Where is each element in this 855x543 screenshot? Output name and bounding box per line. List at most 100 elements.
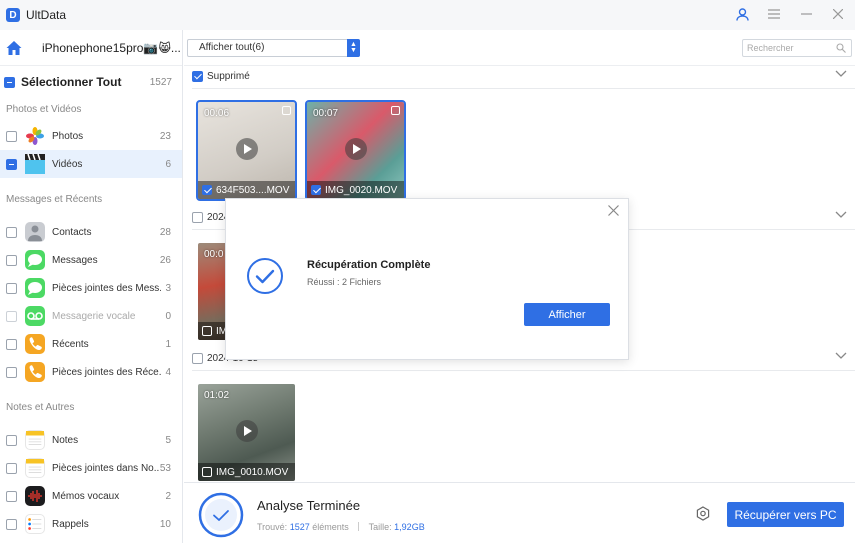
size-value: 1,92GB <box>394 522 425 532</box>
play-icon[interactable] <box>236 138 258 160</box>
account-icon[interactable] <box>735 6 749 22</box>
sidebar-item-notes-attachments[interactable]: Pièces jointes dans No... 53 <box>0 454 182 482</box>
contacts-checkbox[interactable] <box>6 226 17 238</box>
search-icon[interactable] <box>836 43 846 53</box>
sidebar-item-messages[interactable]: Messages 26 <box>0 246 182 274</box>
sidebar-item-label: Pièces jointes des Mess... <box>52 282 161 294</box>
device-name: iPhonephone15pro📷😸... <box>42 40 181 55</box>
show-button[interactable]: Afficher <box>524 303 610 326</box>
sidebar-item-count: 53 <box>159 462 171 474</box>
recover-to-pc-button[interactable]: Récupérer vers PC <box>727 502 844 527</box>
video-filename: 634F503....MOV <box>216 184 290 196</box>
select-all-row[interactable]: Sélectionner Tout 1527 <box>0 66 182 98</box>
voicemail-icon <box>25 306 45 326</box>
sidebar-item-count: 5 <box>165 434 171 446</box>
sidebar-item-recents[interactable]: Récents 1 <box>0 330 182 358</box>
video-filename: IMG_0020.MOV <box>325 184 398 196</box>
group-checkbox[interactable] <box>192 211 203 223</box>
app-title: UltData <box>26 8 67 22</box>
filter-dropdown[interactable]: Afficher tout(6) ▲ ▼ <box>187 38 360 57</box>
device-row: iPhonephone15pro📷😸... <box>0 30 182 66</box>
group-checkbox[interactable] <box>192 352 203 364</box>
thumb-checkbox[interactable] <box>202 185 212 195</box>
play-icon[interactable] <box>345 138 367 160</box>
sidebar-item-count: 6 <box>165 158 171 170</box>
recovery-complete-dialog: Récupération Complète Réussi : 2 Fichier… <box>225 198 629 360</box>
chevron-down-icon[interactable] <box>835 70 847 78</box>
scan-complete-icon <box>198 492 244 538</box>
sidebar-item-reminders[interactable]: Rappels 10 <box>0 510 182 538</box>
sidebar: iPhonephone15pro📷😸... Sélectionner Tout … <box>0 30 183 543</box>
bottom-bar: Analyse Terminée Trouvé: 1527 éléments T… <box>184 482 855 543</box>
found-label: Trouvé: <box>257 522 288 532</box>
dropdown-arrows-icon[interactable]: ▲ ▼ <box>347 38 360 57</box>
search-input[interactable]: Rechercher <box>742 39 852 57</box>
video-duration: 00:06 <box>204 108 230 119</box>
video-duration: 00:0 <box>204 249 224 260</box>
photos-checkbox[interactable] <box>6 130 17 142</box>
message-attachments-checkbox[interactable] <box>6 282 17 294</box>
sidebar-item-label: Rappels <box>52 518 89 530</box>
sidebar-item-count: 26 <box>159 254 171 266</box>
close-window-icon[interactable] <box>831 6 845 22</box>
notes-attachments-checkbox[interactable] <box>6 462 17 474</box>
settings-icon[interactable] <box>695 506 711 522</box>
sidebar-item-label: Pièces jointes des Réce... <box>52 366 161 378</box>
messages-checkbox[interactable] <box>6 254 17 266</box>
notes-attachments-icon <box>25 458 45 478</box>
phone-attachments-icon <box>25 362 45 382</box>
sidebar-item-count: 0 <box>165 310 171 322</box>
sidebar-item-label: Notes <box>52 434 79 446</box>
sidebar-item-message-attachments[interactable]: Pièces jointes des Mess... 3 <box>0 274 182 302</box>
sidebar-item-voice-memos[interactable]: Mémos vocaux 2 <box>0 482 182 510</box>
videos-checkbox[interactable] <box>6 158 17 170</box>
play-icon[interactable] <box>236 420 258 442</box>
chevron-down-icon[interactable] <box>835 352 847 360</box>
sidebar-item-recents-attachments[interactable]: Pièces jointes des Réce... 4 <box>0 358 182 386</box>
notes-checkbox[interactable] <box>6 434 17 446</box>
voicemail-checkbox[interactable] <box>6 310 17 322</box>
recents-attachments-checkbox[interactable] <box>6 366 17 378</box>
sidebar-item-count: 3 <box>165 282 171 294</box>
sidebar-item-count: 2 <box>165 490 171 502</box>
sidebar-item-count: 1 <box>165 338 171 350</box>
sidebar-item-label: Messages <box>52 254 98 266</box>
filter-value: Afficher tout(6) <box>199 42 265 53</box>
videos-icon <box>25 154 45 174</box>
home-icon[interactable] <box>6 40 22 56</box>
video-duration: 00:07 <box>313 108 339 119</box>
voice-memos-checkbox[interactable] <box>6 490 17 502</box>
voice-memos-icon <box>25 486 45 506</box>
sidebar-item-contacts[interactable]: Contacts 28 <box>0 218 182 246</box>
filename-bar: 634F503....MOV <box>198 181 295 199</box>
phone-icon <box>25 334 45 354</box>
dialog-subtitle: Réussi : 2 Fichiers <box>307 277 382 287</box>
video-thumbnail[interactable]: 01:02 IMG_0010.MOV <box>198 384 295 481</box>
recents-checkbox[interactable] <box>6 338 17 350</box>
thumb-checkbox[interactable] <box>202 326 212 336</box>
group-divider <box>192 370 855 371</box>
sidebar-item-videos[interactable]: Vidéos 6 <box>0 150 182 178</box>
sidebar-item-label: Pièces jointes dans No... <box>52 462 160 474</box>
sidebar-item-notes[interactable]: Notes 5 <box>0 426 182 454</box>
corner-icon <box>391 106 400 115</box>
select-all-checkbox[interactable] <box>4 76 15 88</box>
video-thumbnail[interactable]: 00:07 IMG_0020.MOV <box>305 100 406 201</box>
sidebar-item-voicemail[interactable]: Messagerie vocale 0 <box>0 302 182 330</box>
reminders-checkbox[interactable] <box>6 518 17 530</box>
corner-icon <box>282 106 291 115</box>
minimize-icon[interactable] <box>799 6 813 22</box>
success-check-icon <box>247 258 283 294</box>
stats-divider <box>358 522 360 531</box>
sidebar-item-count: 28 <box>159 226 171 238</box>
reminders-icon <box>25 514 45 534</box>
dialog-close-icon[interactable] <box>608 205 620 217</box>
dialog-title: Récupération Complète <box>307 259 431 271</box>
menu-icon[interactable] <box>767 6 781 22</box>
group-checkbox[interactable] <box>192 70 203 82</box>
video-thumbnail[interactable]: 00:06 634F503....MOV <box>196 100 297 201</box>
thumb-checkbox[interactable] <box>311 185 321 195</box>
chevron-down-icon[interactable] <box>835 211 847 219</box>
sidebar-item-photos[interactable]: Photos 23 <box>0 122 182 150</box>
thumb-checkbox[interactable] <box>202 467 212 477</box>
